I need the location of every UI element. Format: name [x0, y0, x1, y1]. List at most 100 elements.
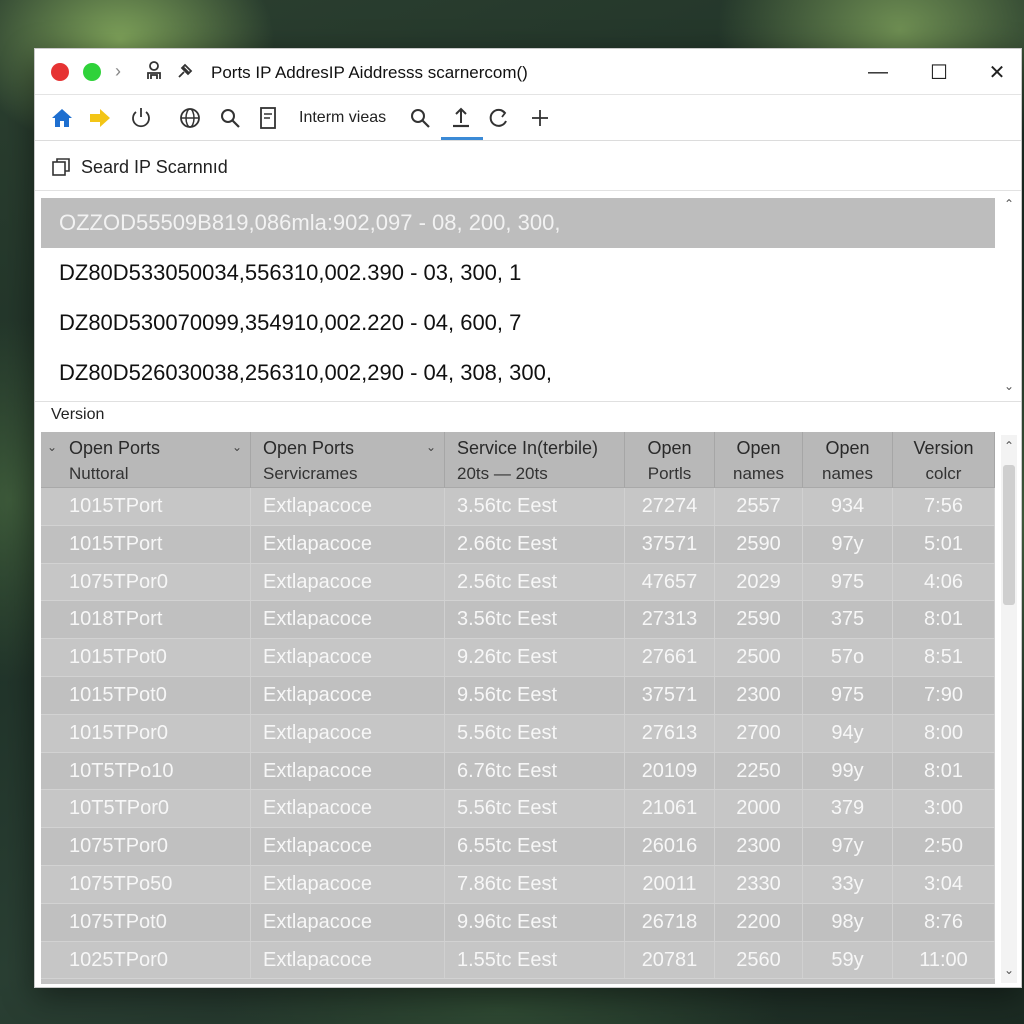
document-icon[interactable] — [253, 103, 283, 133]
column-header[interactable]: Open Ports Nuttoral ⌄ ⌄ — [41, 432, 251, 488]
scroll-up-icon[interactable]: ⌃ — [1004, 439, 1014, 453]
table-cell: 2590 — [715, 525, 803, 563]
table-cell: 11:00 — [893, 941, 995, 979]
table-cell: 26718 — [625, 903, 715, 941]
table-cell: 934 — [803, 488, 893, 525]
table-cell: 6.76tc Eest — [445, 752, 625, 790]
result-row[interactable]: DZ80D526030038,256310,002,290 - 04, 308,… — [41, 348, 995, 398]
search-ip-scanner-label[interactable]: Seard IP Scarnnıd — [81, 157, 228, 178]
table-body: 1015TPort Extlapacoce 3.56tc Eest 27274 2557… — [41, 488, 995, 980]
column-header[interactable]: Open names — [803, 432, 893, 488]
refresh-icon[interactable] — [484, 103, 514, 133]
table-cell: Extlapacoce — [251, 828, 445, 865]
table-cell: 8:51 — [893, 639, 995, 676]
table-cell: 2300 — [715, 828, 803, 865]
home-icon[interactable] — [47, 103, 77, 133]
column-header-label: Service In(terbile) — [457, 438, 599, 458]
result-row[interactable]: DZ80D533050034,556310,002.390 - 03, 300,… — [41, 248, 995, 298]
table-row[interactable]: 1015TPor0 Extlapacoce 5.56tc Eest 27613 2700… — [41, 714, 995, 753]
table-cell: 3:00 — [893, 790, 995, 828]
power-icon[interactable] — [126, 103, 156, 133]
zoom-dot-button[interactable] — [83, 63, 101, 81]
table-row[interactable]: 1025TPor0 Extlapacoce 1.55tc Eest 20781 2560… — [41, 941, 995, 980]
table-cell: 3.56tc Eest — [445, 601, 625, 639]
table-cell: Extlapacoce — [251, 525, 445, 563]
close-dot-button[interactable] — [51, 63, 69, 81]
table-row[interactable]: 1015TPort Extlapacoce 2.66tc Eest 37571 2590… — [41, 525, 995, 564]
column-header-sublabel: names — [821, 464, 874, 483]
chevron-down-icon[interactable]: ⌄ — [426, 440, 436, 454]
pin-icon[interactable] — [175, 61, 195, 86]
table-row[interactable]: 1075TPo50 Extlapacoce 7.86tc Eest 20011 2330… — [41, 865, 995, 904]
table-cell: Extlapacoce — [251, 639, 445, 676]
column-header[interactable]: Service In(terbile) 20ts — 20ts — [445, 432, 625, 488]
table-row[interactable]: 1075TPot0 Extlapacoce 9.96tc Eest 26718 2200… — [41, 903, 995, 942]
table-cell: 2700 — [715, 714, 803, 752]
chevron-down-icon[interactable]: ⌄ — [232, 440, 242, 454]
toolbar: Interm vieas — [35, 95, 1021, 141]
globe-icon[interactable] — [175, 103, 205, 133]
table-cell: 97y — [803, 525, 893, 563]
column-header-label: Open — [736, 438, 781, 458]
table-cell: 2000 — [715, 790, 803, 828]
column-header[interactable]: Open names — [715, 432, 803, 488]
table-row[interactable]: 10T5TPor0 Extlapacoce 5.56tc Eest 21061 2000… — [41, 790, 995, 829]
table-cell: 1075TPo50 — [41, 865, 251, 903]
scroll-down-icon[interactable]: ⌄ — [1004, 379, 1014, 393]
table-row[interactable]: 1075TPor0 Extlapacoce 2.56tc Eest 47657 2029… — [41, 563, 995, 602]
ports-table: Open Ports Nuttoral ⌄ ⌄ Open Ports Servicrame… — [41, 432, 995, 984]
find-icon[interactable] — [405, 103, 435, 133]
column-header-label: Open — [825, 438, 870, 458]
column-header-label: Open — [647, 438, 692, 458]
results-list: OZZOD55509B819,086mla:902,097 - 08, 200,… — [35, 192, 1021, 402]
table-cell: 2557 — [715, 488, 803, 525]
chevron-down-icon[interactable]: ⌄ — [47, 440, 57, 454]
results-scrollbar[interactable]: ⌃ ⌄ — [1001, 195, 1017, 395]
chevron-right-icon[interactable]: › — [115, 61, 121, 82]
table-cell: 59y — [803, 941, 893, 979]
table-cell: 5:01 — [893, 525, 995, 563]
table-row[interactable]: 1075TPor0 Extlapacoce 6.55tc Eest 26016 2300… — [41, 828, 995, 866]
table-header: Open Ports Nuttoral ⌄ ⌄ Open Ports Servicrame… — [41, 432, 995, 488]
result-row-selected[interactable]: OZZOD55509B819,086mla:902,097 - 08, 200,… — [41, 198, 995, 248]
forward-icon[interactable] — [85, 103, 115, 133]
table-cell: 1075TPor0 — [41, 828, 251, 865]
title-bar: › Ports IP AddresIP Aiddresss scarnercom… — [35, 49, 1021, 95]
table-row[interactable]: 1018TPort Extlapacoce 3.56tc Eest 27313 2590… — [41, 601, 995, 640]
table-cell: 10T5TPor0 — [41, 790, 251, 828]
upload-icon[interactable] — [446, 103, 476, 133]
table-cell: 27661 — [625, 639, 715, 676]
search-icon[interactable] — [215, 103, 245, 133]
table-row[interactable]: 1015TPort Extlapacoce 3.56tc Eest 27274 2557… — [41, 488, 995, 526]
version-label: Version — [51, 406, 105, 423]
column-header[interactable]: Open Portls — [625, 432, 715, 488]
table-cell: 27274 — [625, 488, 715, 525]
table-cell: 27613 — [625, 714, 715, 752]
result-row[interactable]: DZ80D530070099,354910,002.220 - 04, 600,… — [41, 298, 995, 348]
column-header[interactable]: Version colcr — [893, 432, 995, 488]
minimize-button[interactable]: — — [858, 57, 898, 87]
column-header-label: Open Ports — [69, 438, 161, 458]
table-cell: 8:00 — [893, 714, 995, 752]
column-header-label: Version — [913, 438, 974, 458]
copy-icon[interactable] — [51, 157, 71, 182]
scroll-up-icon[interactable]: ⌃ — [1004, 197, 1014, 211]
toolbar-view-label[interactable]: Interm vieas — [299, 109, 386, 127]
close-button[interactable]: ✕ — [977, 57, 1017, 87]
maximize-button[interactable]: ☐ — [919, 57, 959, 87]
column-header-sublabel: 20ts — 20ts — [457, 464, 548, 483]
table-cell: 21061 — [625, 790, 715, 828]
table-row[interactable]: 10T5TPo10 Extlapacoce 6.76tc Eest 20109 2250… — [41, 752, 995, 791]
table-row[interactable]: 1015TPot0 Extlapacoce 9.56tc Eest 37571 2300… — [41, 676, 995, 715]
plus-icon[interactable] — [525, 103, 555, 133]
table-scrollbar[interactable]: ⌃ ⌄ — [1001, 435, 1017, 983]
scroll-down-icon[interactable]: ⌄ — [1004, 963, 1014, 977]
user-icon[interactable] — [145, 61, 163, 86]
table-cell: 2200 — [715, 903, 803, 941]
table-row[interactable]: 1015TPot0 Extlapacoce 9.26tc Eest 27661 2500… — [41, 639, 995, 677]
table-cell: 1075TPot0 — [41, 903, 251, 941]
column-header-sublabel: Nuttoral — [69, 464, 129, 483]
table-cell: 37571 — [625, 676, 715, 714]
column-header[interactable]: Open Ports Servicrames ⌄ — [251, 432, 445, 488]
scrollbar-thumb[interactable] — [1003, 465, 1015, 605]
